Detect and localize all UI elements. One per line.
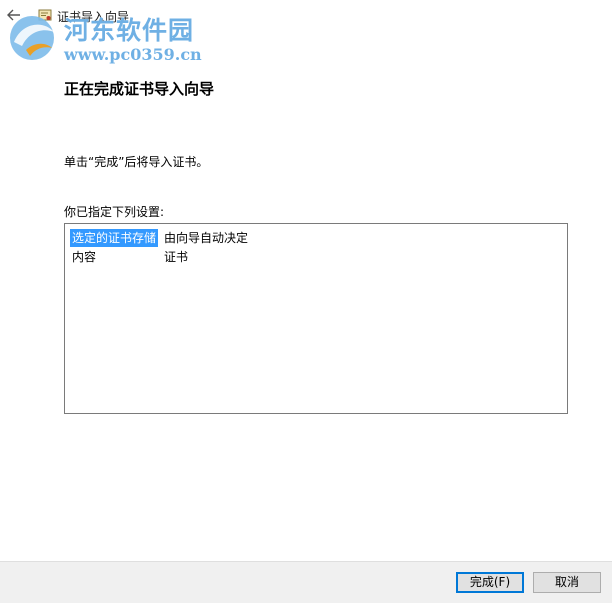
- site-logo-icon: [4, 12, 62, 67]
- watermark-url: www.pc0359.cn: [64, 45, 202, 64]
- settings-row-store[interactable]: 选定的证书存储 由向导自动决定: [70, 229, 560, 247]
- settings-key[interactable]: 选定的证书存储: [70, 229, 159, 247]
- watermark-title: 河东软件园: [64, 16, 195, 45]
- cancel-button[interactable]: 取消: [533, 572, 601, 593]
- settings-list[interactable]: 选定的证书存储 由向导自动决定 内容 证书: [64, 223, 568, 414]
- instruction-text: 单击“完成”后将导入证书。: [64, 155, 209, 169]
- settings-key[interactable]: 内容: [70, 248, 98, 266]
- button-bar: 完成(F) 取消: [0, 561, 612, 603]
- settings-row-content[interactable]: 内容 证书: [70, 248, 560, 266]
- watermark: 河东软件园 www.pc0359.cn: [0, 0, 220, 70]
- settings-label: 你已指定下列设置:: [64, 205, 165, 219]
- page-heading: 正在完成证书导入向导: [64, 80, 215, 98]
- settings-value: 由向导自动决定: [164, 231, 249, 245]
- settings-value: 证书: [164, 250, 189, 264]
- finish-button[interactable]: 完成(F): [456, 572, 524, 593]
